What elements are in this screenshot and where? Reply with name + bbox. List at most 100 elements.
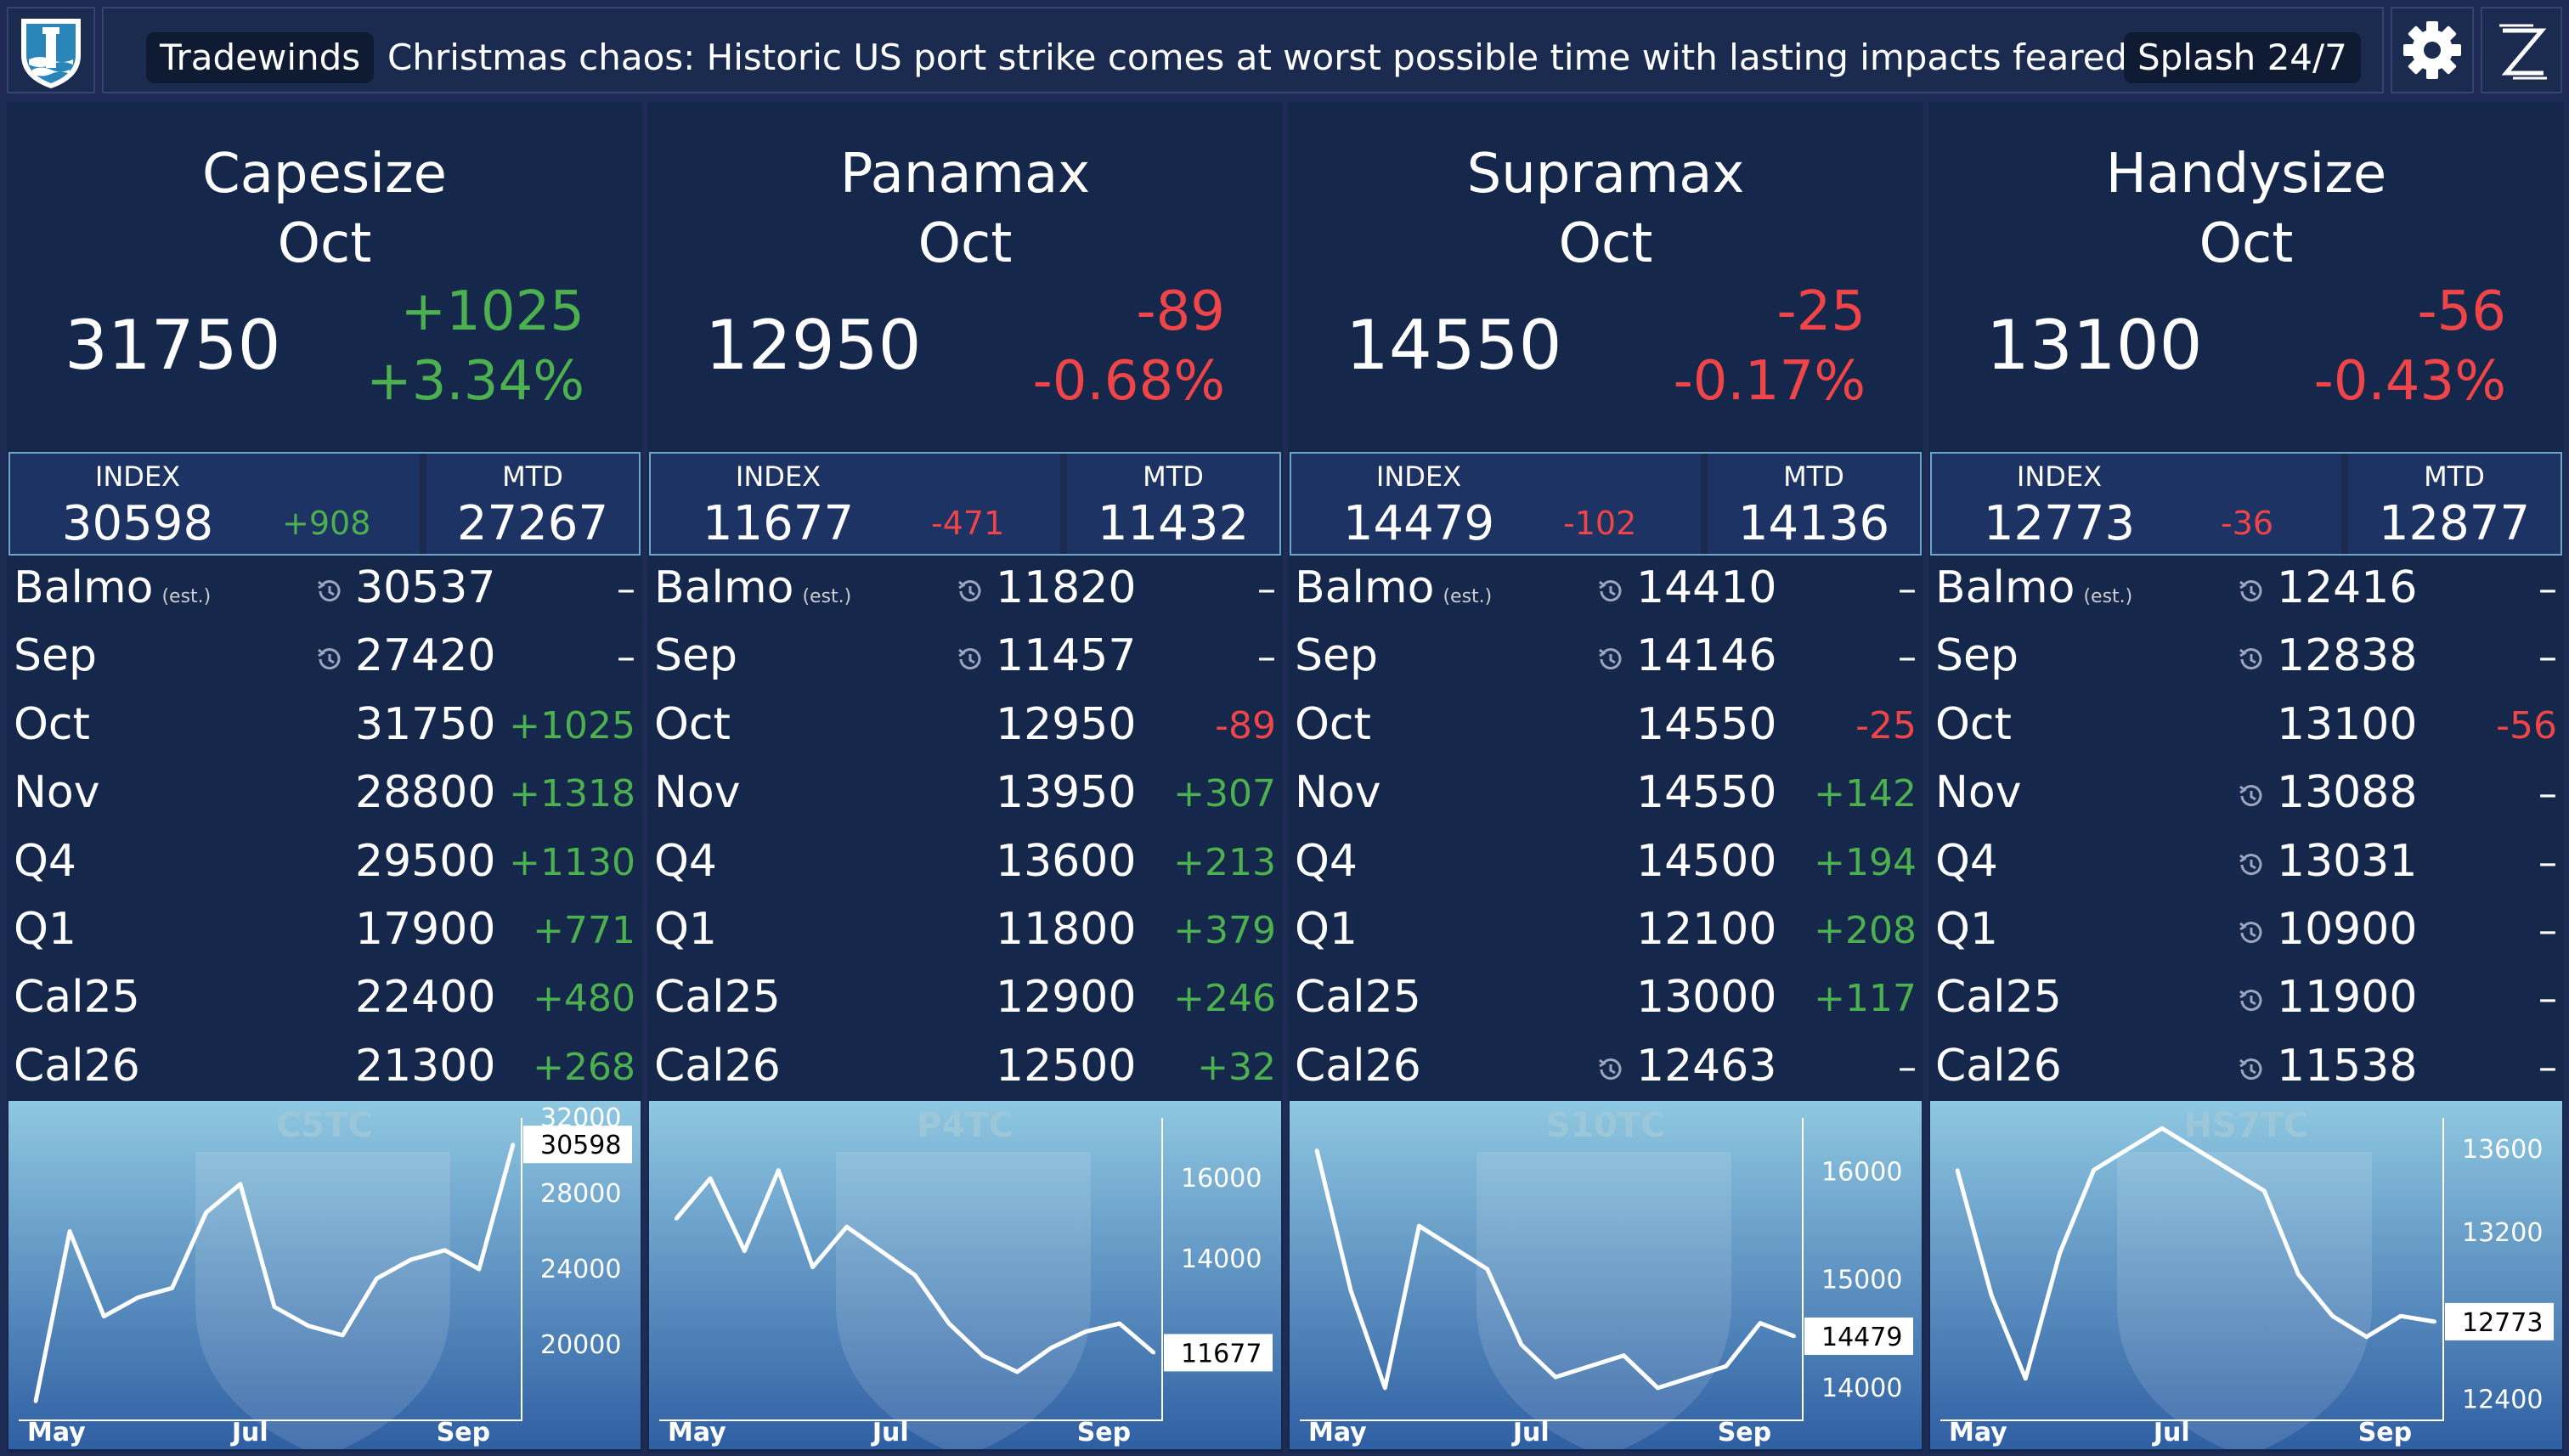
row-label: Q4 (654, 835, 718, 887)
history-icon[interactable] (2234, 916, 2268, 950)
gear-icon (2403, 21, 2461, 79)
index-chart[interactable]: 16000 14000 May Jul Sep 11677 P4TC (649, 1101, 1281, 1449)
mtd-box: MTD 27267 (426, 454, 639, 554)
data-point (170, 1286, 174, 1290)
table-row[interactable]: Q4 13031 – (1928, 831, 2564, 899)
table-row[interactable]: Q1 11800 +379 (647, 899, 1283, 967)
table-row[interactable]: Oct 14550 -25 (1288, 694, 1923, 762)
table-row[interactable]: Balmo (est.) 30537 – (7, 557, 642, 625)
table-row[interactable]: Q4 29500 +1130 (7, 831, 642, 899)
row-value: 14146 (1636, 630, 1777, 682)
table-row[interactable]: Oct 12950 -89 (647, 694, 1283, 762)
data-point (307, 1323, 311, 1328)
table-row[interactable]: Cal25 12900 +246 (647, 967, 1283, 1035)
row-value: 13031 (2277, 835, 2418, 887)
row-label: Cal26 (14, 1040, 140, 1092)
table-row[interactable]: Nov 28800 +1318 (7, 762, 642, 830)
index-change: +908 (282, 505, 371, 542)
table-row[interactable]: Oct 31750 +1025 (7, 694, 642, 762)
history-icon[interactable] (2234, 574, 2268, 608)
news-source-badge[interactable]: Tradewinds (146, 32, 375, 83)
table-row[interactable]: Cal26 12463 – (1288, 1036, 1923, 1103)
news-ticker[interactable]: Tradewinds Christmas chaos: Historic US … (102, 7, 2384, 93)
data-point (102, 1314, 106, 1318)
table-row[interactable]: Sep 11457 – (647, 625, 1283, 693)
row-label: Q4 (1295, 835, 1358, 887)
row-change: +1025 (509, 703, 635, 748)
table-row[interactable]: Q1 12100 +208 (1288, 899, 1923, 967)
data-point (1083, 1329, 1087, 1334)
table-row[interactable]: Balmo (est.) 14410 – (1288, 557, 1923, 625)
table-row[interactable]: Sep 12838 – (1928, 625, 2564, 693)
row-label: Q1 (654, 903, 718, 955)
brand-button[interactable] (2481, 7, 2562, 93)
table-row[interactable]: Cal26 21300 +268 (7, 1036, 642, 1103)
table-row[interactable]: Q1 17900 +771 (7, 899, 642, 967)
table-row[interactable]: Nov 13088 – (1928, 762, 2564, 830)
table-row[interactable]: Cal26 11538 – (1928, 1036, 2564, 1103)
row-value: 31750 (355, 698, 496, 750)
y-tick-label: 13200 (2462, 1218, 2543, 1248)
table-row[interactable]: Sep 14146 – (1288, 625, 1923, 693)
table-row[interactable]: Sep 27420 – (7, 625, 642, 693)
index-chart[interactable]: 16000 15000 14000 May Jul Sep 14479 S10TC (1290, 1101, 1922, 1449)
data-point (709, 1177, 713, 1181)
data-point (1656, 1385, 1660, 1390)
history-icon[interactable] (2234, 984, 2268, 1018)
row-value: 12900 (996, 972, 1137, 1024)
table-row[interactable]: Cal25 11900 – (1928, 967, 2564, 1035)
row-label: Nov (1935, 767, 2022, 819)
watermark-shape (1476, 1152, 1731, 1449)
history-icon[interactable] (313, 574, 347, 608)
table-row[interactable]: Cal25 22400 +480 (7, 967, 642, 1035)
panel-title: Supramax (1466, 143, 1745, 206)
panel-handysize: Handysize Oct 13100 -56 -0.43% INDEX 127… (1928, 102, 2564, 1453)
logo-container[interactable] (7, 7, 95, 93)
row-change: – (617, 635, 635, 680)
data-point (238, 1182, 242, 1186)
data-point (1383, 1385, 1387, 1390)
news-service-badge[interactable]: Splash 24/7 (2124, 32, 2361, 83)
row-label: Cal26 (654, 1040, 781, 1092)
history-icon[interactable] (953, 574, 987, 608)
table-row[interactable]: Nov 14550 +142 (1288, 762, 1923, 830)
watermark-shape (195, 1152, 450, 1449)
table-row[interactable]: Nov 13950 +307 (647, 762, 1283, 830)
news-headline[interactable]: Christmas chaos: Historic US port strike… (387, 32, 2127, 83)
history-icon[interactable] (2234, 779, 2268, 813)
panel-change: -89 (1136, 280, 1225, 343)
history-icon[interactable] (953, 642, 987, 676)
index-value: 11677 (702, 496, 855, 551)
history-icon[interactable] (313, 642, 347, 676)
row-value: 13600 (996, 835, 1137, 887)
row-value: 14550 (1636, 767, 1777, 819)
history-icon[interactable] (2234, 848, 2268, 882)
row-change: – (2538, 1045, 2557, 1089)
row-value: 11800 (996, 903, 1137, 955)
mtd-box: MTD 11432 (1067, 454, 1279, 554)
table-row[interactable]: Cal25 13000 +117 (1288, 967, 1923, 1035)
panel-change-percent: +3.34% (366, 350, 584, 413)
table-row[interactable]: Balmo (est.) 11820 – (647, 557, 1283, 625)
index-label: INDEX (2016, 460, 2103, 493)
panel-change-percent: -0.43% (2313, 350, 2506, 413)
row-label: Cal25 (1935, 972, 2062, 1024)
history-icon[interactable] (2234, 642, 2268, 676)
table-row[interactable]: Q4 13600 +213 (647, 831, 1283, 899)
chart-title: P4TC (917, 1106, 1013, 1145)
mtd-label: MTD (502, 460, 563, 493)
settings-button[interactable] (2391, 7, 2474, 93)
table-row[interactable]: Balmo (est.) 12416 – (1928, 557, 2564, 625)
index-box: INDEX 14479 -102 (1291, 454, 1701, 554)
history-icon[interactable] (1594, 1052, 1628, 1086)
table-row[interactable]: Q1 10900 – (1928, 899, 2564, 967)
history-icon[interactable] (1594, 574, 1628, 608)
table-row[interactable]: Cal26 12500 +32 (647, 1036, 1283, 1103)
index-chart[interactable]: 13600 13200 12400 May Jul Sep 12773 HS7TC (1930, 1101, 2562, 1449)
row-change: – (2538, 840, 2557, 884)
table-row[interactable]: Oct 13100 -56 (1928, 694, 2564, 762)
index-chart[interactable]: 32000 28000 24000 20000 May Jul Sep 30598 C5TC (8, 1101, 641, 1449)
history-icon[interactable] (2234, 1052, 2268, 1086)
history-icon[interactable] (1594, 642, 1628, 676)
table-row[interactable]: Q4 14500 +194 (1288, 831, 1923, 899)
